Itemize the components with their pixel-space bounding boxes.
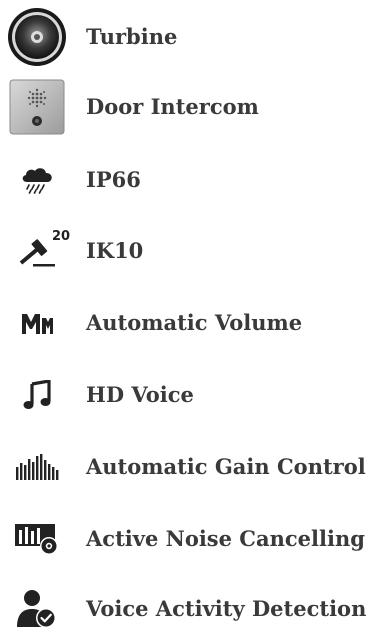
feature-automatic-gain-control: Automatic Gain Control [0, 437, 380, 497]
feature-label: Voice Activity Detection [86, 596, 367, 621]
feature-label: Door Intercom [86, 94, 259, 119]
voice-activity-person-icon [4, 579, 70, 639]
hammer-impact-icon: 20 [4, 221, 70, 281]
feature-label: Automatic Gain Control [86, 454, 366, 479]
feature-ik10: 20 IK10 [0, 221, 380, 281]
feature-voice-activity-detection: Voice Activity Detection [0, 579, 380, 639]
feature-label: Turbine [86, 24, 178, 49]
feature-label: IK10 [86, 238, 144, 263]
feature-active-noise-cancelling: Active Noise Cancelling [0, 509, 380, 569]
feature-label: Automatic Volume [86, 310, 303, 335]
feature-label: HD Voice [86, 382, 194, 407]
feature-list: Turbine Door Intercom IP66 20 IK10 Autom… [0, 0, 380, 628]
turbine-speaker-icon [4, 7, 70, 67]
impact-rating-text: 20 [52, 229, 71, 244]
feature-label: IP66 [86, 167, 141, 192]
feature-label: Active Noise Cancelling [86, 526, 365, 551]
feature-door-intercom: Door Intercom [0, 77, 380, 137]
rain-cloud-icon [4, 150, 70, 210]
gain-bars-icon [4, 437, 70, 497]
music-note-icon [4, 365, 70, 425]
feature-automatic-volume: Automatic Volume [0, 293, 380, 353]
feature-hd-voice: HD Voice [0, 365, 380, 425]
automatic-volume-icon [4, 293, 70, 353]
feature-ip66: IP66 [0, 150, 380, 210]
door-intercom-icon [4, 77, 70, 137]
feature-turbine: Turbine [0, 7, 380, 67]
noise-cancelling-icon [4, 509, 70, 569]
